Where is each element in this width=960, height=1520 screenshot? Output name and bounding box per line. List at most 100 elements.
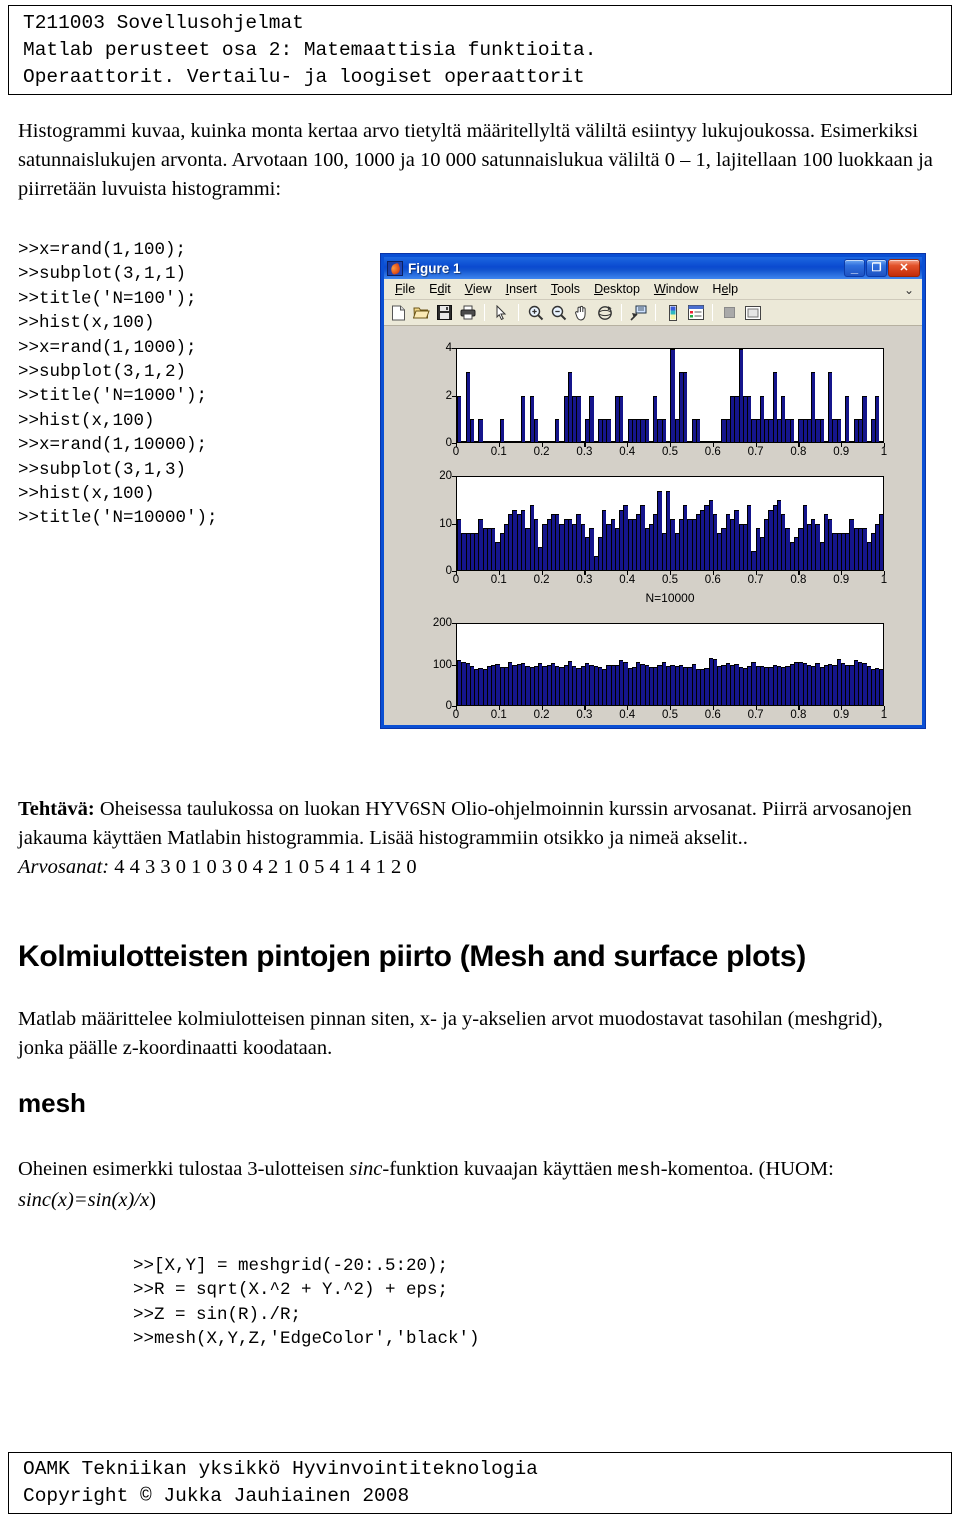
insert-legend-icon[interactable] [685, 302, 706, 323]
subplot-2-xtick-mark [498, 571, 500, 575]
exercise-label: Tehtävä: [18, 798, 95, 820]
subplot-1-xtick-mark [498, 443, 500, 447]
histogram-bar [555, 418, 560, 442]
subplot-1-xtick-label: 0.1 [490, 446, 507, 458]
new-figure-icon[interactable] [388, 302, 409, 323]
subplot-3-xtick-mark [456, 706, 458, 710]
subplot-1-xtick-label: 0 [452, 446, 460, 458]
toolbar-separator-2 [518, 304, 519, 321]
histogram-bar [499, 418, 504, 442]
subplot-1-xtick-mark [670, 443, 672, 447]
footer-line-1: OAMK Tekniikan yksikkö Hyvinvointiteknol… [23, 1458, 538, 1480]
figure-toolbar [384, 300, 922, 326]
menu-file[interactable]: File [388, 281, 422, 298]
subplot-2-xtick-label: 0.5 [662, 574, 678, 586]
sinc-italic-word: sinc [349, 1158, 383, 1180]
subplot-1-xtick-mark [755, 443, 757, 447]
histogram-bar [478, 418, 483, 442]
subplot-1-axes [456, 348, 884, 443]
exercise-block: Tehtävä: Oheisessa taulukossa on luokan … [18, 795, 918, 882]
header-line-1: T211003 Sovellusohjelmat [23, 12, 304, 34]
data-cursor-icon[interactable] [628, 302, 649, 323]
subplot-2-xtick-label: 0.1 [490, 574, 507, 586]
subplot-2-xtick-label: 0.7 [747, 574, 764, 586]
subplot-3-ytick-mark [452, 623, 456, 625]
menu-edit[interactable]: Edit [422, 281, 458, 298]
histogram-bar [845, 395, 850, 442]
figure-title-text: Figure 1 [408, 260, 461, 276]
show-plot-tools-icon[interactable] [742, 302, 763, 323]
save-figure-icon[interactable] [434, 302, 455, 323]
subplot-3-xtick-label: 0 [452, 709, 460, 721]
subplot-2-xtick-mark [712, 571, 714, 575]
subplot-2-ytick-label: 10 [439, 517, 452, 530]
maximize-button[interactable]: ❐ [866, 259, 887, 277]
histogram-bar [533, 418, 539, 442]
histogram-bar [695, 418, 701, 442]
menu-tools[interactable]: Tools [544, 281, 587, 298]
hide-plot-tools-icon[interactable] [719, 302, 740, 323]
header-line-3: Operaattorit. Vertailu- ja loogiset oper… [23, 66, 585, 88]
histogram-bar [469, 418, 475, 442]
exercise-body: Oheisessa taulukossa on luokan HYV6SN Ol… [18, 798, 912, 849]
subplot-2-xtick-mark [627, 571, 629, 575]
minimize-button[interactable]: _ [844, 259, 865, 277]
subplot-3-xtick-mark [712, 706, 714, 710]
menu-insert[interactable]: Insert [499, 281, 544, 298]
subplot-1-xtick-label: 0.5 [662, 446, 678, 458]
menu-view[interactable]: View [458, 281, 499, 298]
print-figure-icon[interactable] [457, 302, 478, 323]
toolbar-separator-5 [712, 304, 713, 321]
subplot-3-xtick-label: 0.1 [490, 709, 507, 721]
subplot-3-xtick-mark [670, 706, 672, 710]
sinc-formula: sinc(x)=sin(x)/x [18, 1189, 150, 1211]
subplot-1-xtick-label: 0.4 [619, 446, 636, 458]
edit-plot-pointer-icon[interactable] [491, 302, 512, 323]
rotate-3d-icon[interactable] [594, 302, 615, 323]
subsection-heading-mesh: mesh [18, 1088, 86, 1118]
histogram-bar [879, 668, 883, 705]
subplot-3-ytick-label: 200 [432, 617, 452, 629]
figure-menubar: File Edit View Insert Tools Desktop Wind… [384, 279, 922, 300]
header-line-2: Matlab perusteet osa 2: Matemaattisia fu… [23, 39, 597, 61]
matlab-figure-window[interactable]: Figure 1 _ ❐ ✕ File Edit View Insert Too… [380, 253, 926, 729]
zoom-out-icon[interactable] [548, 302, 569, 323]
subplot-1-xtick-mark [584, 443, 586, 447]
grades-line: Arvosanat: 4 4 3 3 0 1 0 3 0 4 2 1 0 5 4… [18, 853, 918, 882]
intro-paragraph: Histogrammi kuvaa, kuinka monta kertaa a… [18, 120, 933, 200]
menu-window[interactable]: Window [647, 281, 705, 298]
insert-colorbar-icon[interactable] [662, 302, 683, 323]
histogram-bar [619, 395, 624, 442]
subplot-1-xtick-mark [798, 443, 800, 447]
figure-plot-canvas: 0 2 4 0 0.1 0.2 0.3 0.4 0.5 0.6 0.7 0.8 0.9 1 0 10 20 0 0.… [384, 326, 922, 725]
document-header-box: T211003 Sovellusohjelmat Matlab perustee… [8, 5, 952, 95]
document-footer-box: OAMK Tekniikan yksikkö Hyvinvointiteknol… [8, 1452, 952, 1514]
histogram-bar [589, 395, 594, 442]
subplot-2-bars [457, 477, 883, 570]
subplot-1-bars [457, 349, 883, 442]
footer-line-2: Copyright © Jukka Jauhiainen 2008 [23, 1485, 410, 1507]
close-button[interactable]: ✕ [888, 259, 920, 277]
section-heading-mesh-surface: Kolmiulotteisten pintojen piirto (Mesh a… [18, 940, 806, 973]
figure-titlebar[interactable]: Figure 1 _ ❐ ✕ [384, 257, 922, 279]
subplot-3-ytick-mark [452, 664, 456, 666]
subplot-3-xtick-mark [541, 706, 543, 710]
pan-icon[interactable] [571, 302, 592, 323]
subplot-1-xtick-label: 0.7 [747, 446, 764, 458]
subplot-1-xtick-mark [456, 443, 458, 447]
subplot-3-bars [457, 624, 883, 705]
subplot-2-ytick-mark [452, 476, 456, 478]
subplot-2-xlabel: N=10000 [645, 591, 695, 605]
subplot-3-xtick-mark [627, 706, 629, 710]
menu-help[interactable]: Help [705, 281, 745, 298]
subplot-3-xtick-label: 0.7 [747, 709, 764, 721]
subplot-3-xtick-label: 0.2 [533, 709, 550, 721]
menubar-overflow-icon[interactable]: ⌄ [904, 283, 914, 297]
menu-desktop[interactable]: Desktop [587, 281, 647, 298]
histogram-bar [661, 418, 667, 442]
subplot-2-xtick-label: 0 [452, 574, 460, 586]
open-file-icon[interactable] [411, 302, 432, 323]
subplot-2-ytick-mark [452, 523, 456, 525]
subplot-2-xtick-label: 0.9 [833, 574, 850, 586]
zoom-in-icon[interactable] [525, 302, 546, 323]
